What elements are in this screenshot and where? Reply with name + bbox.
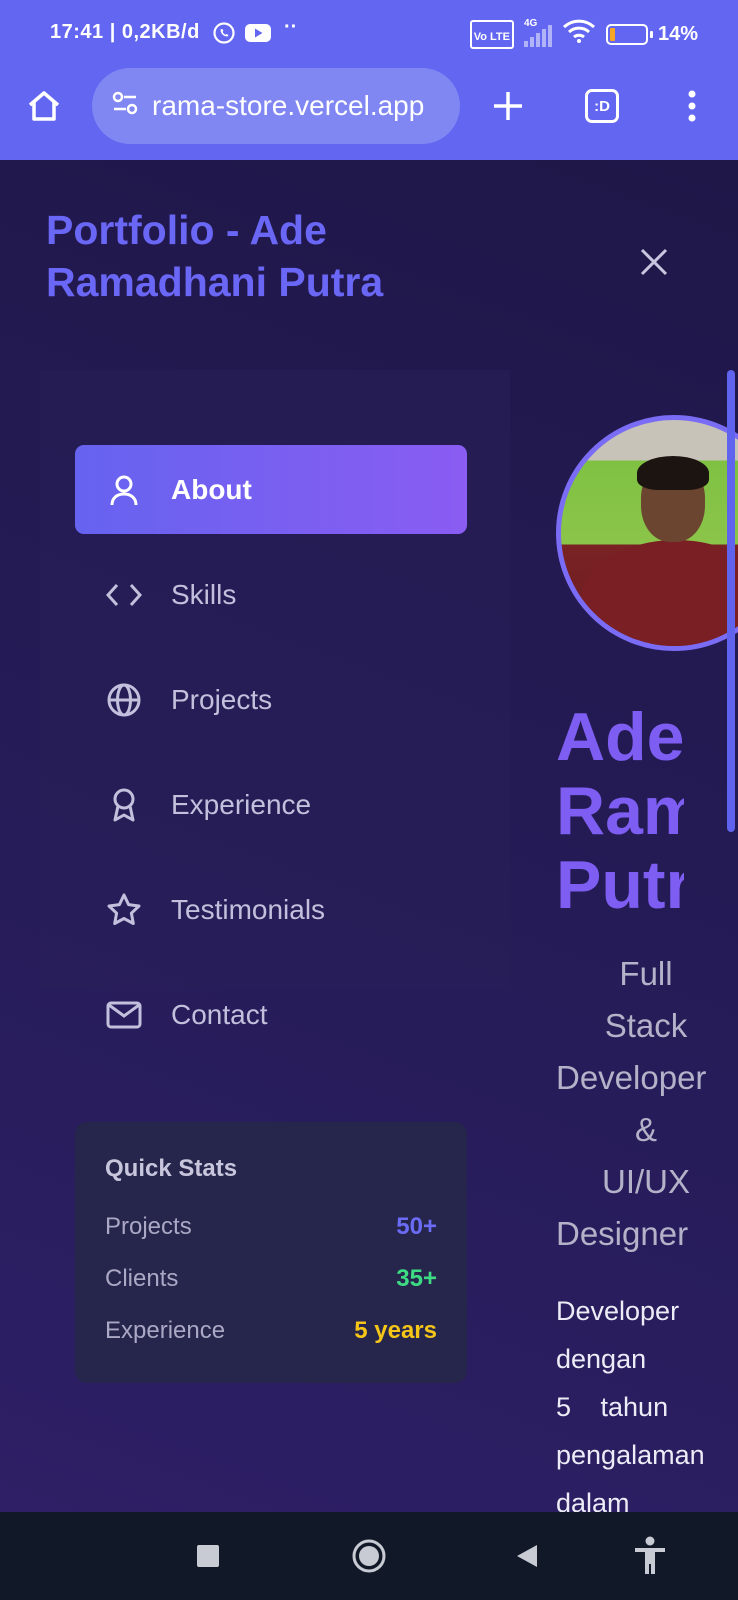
status-bar: 17:41 | 0,2KB/d ·· Vo LTE 4G 14% (0, 0, 738, 66)
home-button[interactable] (20, 82, 68, 130)
close-icon (640, 248, 668, 276)
back-triangle-icon (517, 1545, 537, 1567)
nav-item-about[interactable]: About (75, 445, 467, 534)
stat-row-clients: Clients 35+ (105, 1265, 437, 1293)
browser-menu-button[interactable] (668, 82, 716, 130)
circle-home-icon (352, 1539, 386, 1573)
new-tab-button[interactable] (484, 82, 532, 130)
nav-item-skills[interactable]: Skills (75, 550, 467, 639)
battery-icon (605, 23, 653, 45)
nav-item-testimonials[interactable]: Testimonials (75, 865, 467, 954)
back-button[interactable] (505, 1534, 549, 1578)
status-time: 17:41 | 0,2KB/d (50, 21, 200, 43)
stat-value: 35+ (396, 1265, 437, 1292)
profile-photo (556, 415, 738, 651)
nav-label: Experience (171, 788, 312, 820)
quick-stats-title: Quick Stats (105, 1155, 238, 1182)
nav-label: Contact (171, 998, 268, 1030)
url-bar[interactable]: rama-store.vercel.app (92, 68, 460, 144)
tab-switcher-button[interactable]: :D (578, 82, 626, 130)
stat-label: Projects (105, 1213, 192, 1240)
url-text[interactable]: rama-store.vercel.app (152, 90, 424, 122)
battery-fill (609, 27, 615, 41)
hero-name: Ade Ram Putr (556, 700, 684, 922)
page-scrollbar[interactable] (727, 370, 735, 832)
nav-label: About (171, 473, 252, 505)
site-settings-icon[interactable] (110, 88, 140, 125)
status-right: Vo LTE 4G 14% (469, 18, 698, 50)
signal-icon: 4G (523, 19, 552, 47)
battery-percent: 14% (657, 22, 698, 45)
stat-row-experience: Experience 5 years (105, 1317, 437, 1345)
more-vert-icon (688, 90, 696, 122)
whatsapp-icon (212, 21, 236, 51)
nav-item-contact[interactable]: Contact (75, 970, 467, 1059)
stat-value: 5 years (354, 1317, 437, 1344)
user-icon (105, 471, 143, 509)
stat-row-projects: Projects 50+ (105, 1213, 437, 1241)
globe-icon (105, 681, 143, 719)
stat-label: Clients (105, 1265, 179, 1292)
nav-label: Testimonials (171, 893, 326, 925)
home-icon (28, 91, 60, 121)
square-icon (197, 1545, 219, 1567)
star-icon (105, 891, 143, 929)
close-menu-button[interactable] (632, 240, 676, 284)
quick-stats-card: Quick Stats Projects 50+ Clients 35+ Exp… (75, 1122, 467, 1383)
code-icon (105, 576, 143, 614)
more-notifications-icon: ·· (284, 16, 298, 38)
stat-value: 50+ (396, 1213, 437, 1240)
home-nav-button[interactable] (347, 1534, 391, 1578)
recents-button[interactable] (186, 1534, 230, 1578)
nav-item-projects[interactable]: Projects (75, 655, 467, 744)
award-icon (105, 786, 143, 824)
tabs-count: :D (585, 89, 619, 123)
nav-label: Skills (171, 578, 237, 610)
hero-role: Full Stack Developer & UI/UX Designer (556, 955, 707, 1252)
youtube-icon (244, 23, 272, 49)
site-title[interactable]: Portfolio - Ade Ramadhani Putra (46, 204, 466, 308)
browser-chrome: 17:41 | 0,2KB/d ·· Vo LTE 4G 14% rama-st… (0, 0, 738, 160)
stat-label: Experience (105, 1317, 226, 1344)
nav-label: Projects (171, 683, 273, 715)
accessibility-button[interactable] (628, 1534, 672, 1578)
hero-description: Developer dengan 5 tahun pengalaman dala… (556, 1296, 705, 1512)
wifi-icon (562, 18, 596, 50)
accessibility-icon (635, 1536, 665, 1574)
nav-item-experience[interactable]: Experience (75, 760, 467, 849)
system-nav-bar (0, 1512, 738, 1600)
page-content: Portfolio - Ade Ramadhani Putra About Sk… (0, 160, 738, 1512)
plus-icon (494, 92, 522, 120)
mail-icon (105, 996, 143, 1034)
volte-icon: Vo LTE (469, 19, 514, 49)
